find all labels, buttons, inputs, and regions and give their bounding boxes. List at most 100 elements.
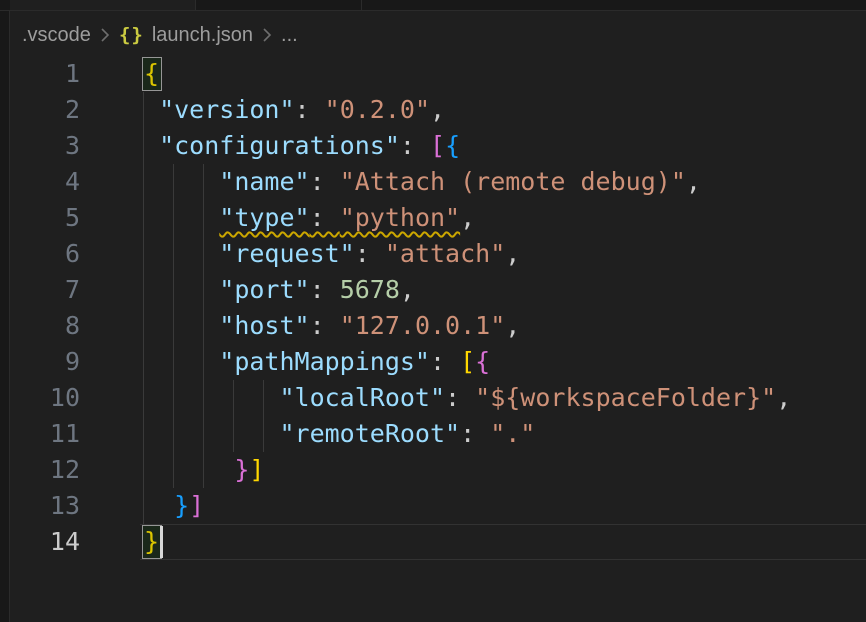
code-token: : <box>445 383 475 412</box>
line-text: "type": "python", <box>144 200 475 236</box>
code-line[interactable]: 13 }] <box>10 488 866 524</box>
editor-pane[interactable]: .vscode {} launch.json ... 1{2 "version"… <box>10 11 866 622</box>
line-text: { <box>144 56 159 92</box>
line-text: }] <box>144 488 204 524</box>
line-text: "localRoot": "${workspaceFolder}", <box>144 380 791 416</box>
line-text: "port": 5678, <box>144 272 415 308</box>
code-token: : <box>430 347 460 376</box>
active-tab-remnant[interactable] <box>10 0 195 10</box>
code-token: , <box>505 311 520 340</box>
code-token: , <box>505 239 520 268</box>
code-token: : <box>400 131 430 160</box>
code-token: ] <box>189 491 204 520</box>
chevron-right-icon <box>100 27 110 43</box>
code-token: , <box>776 383 791 412</box>
code-line[interactable]: 6 "request": "attach", <box>10 236 866 272</box>
code-area[interactable]: 1{2 "version": "0.2.0",3 "configurations… <box>10 56 866 622</box>
chevron-right-icon <box>262 27 272 43</box>
code-token: "pathMappings" <box>219 347 430 376</box>
breadcrumb-folder[interactable]: .vscode <box>22 24 91 47</box>
code-token: "request" <box>219 239 354 268</box>
line-text: "host": "127.0.0.1", <box>144 308 520 344</box>
line-text: "name": "Attach (remote debug)", <box>144 164 701 200</box>
code-line[interactable]: 5 "type": "python", <box>10 200 866 236</box>
vscode-window: { "colors": { "editor_bg": "#1f1f1f", "r… <box>0 0 866 622</box>
code-token: "attach" <box>385 239 505 268</box>
line-text: "configurations": [{ <box>144 128 460 164</box>
code-token: "configurations" <box>159 131 400 160</box>
breadcrumb-overflow[interactable]: ... <box>281 24 298 47</box>
code-token: "Attach (remote debug)" <box>340 167 686 196</box>
line-number[interactable]: 3 <box>10 128 80 164</box>
code-line[interactable]: 12 }] <box>10 452 866 488</box>
code-line[interactable]: 2 "version": "0.2.0", <box>10 92 866 128</box>
code-token: , <box>460 203 475 232</box>
code-rows: 1{2 "version": "0.2.0",3 "configurations… <box>10 56 866 560</box>
code-token: : <box>460 419 490 448</box>
line-number[interactable]: 14 <box>10 524 80 560</box>
line-number[interactable]: 8 <box>10 308 80 344</box>
line-number[interactable]: 10 <box>10 380 80 416</box>
code-line[interactable]: 14} <box>10 524 866 560</box>
line-number[interactable]: 11 <box>10 416 80 452</box>
tab-separator <box>195 0 196 10</box>
tab-strip <box>0 0 866 11</box>
line-text: "pathMappings": [{ <box>144 344 490 380</box>
code-line[interactable]: 10 "localRoot": "${workspaceFolder}", <box>10 380 866 416</box>
code-token: 5678 <box>340 275 400 304</box>
line-number[interactable]: 6 <box>10 236 80 272</box>
code-token: , <box>430 95 445 124</box>
code-token: { <box>445 131 460 160</box>
line-number[interactable]: 9 <box>10 344 80 380</box>
code-token: , <box>686 167 701 196</box>
code-token: ] <box>249 455 264 484</box>
code-token: "localRoot" <box>279 383 445 412</box>
line-number[interactable]: 12 <box>10 452 80 488</box>
code-line[interactable]: 1{ <box>10 56 866 92</box>
code-token: "type" <box>219 203 309 232</box>
line-text: }] <box>144 452 264 488</box>
code-token: { <box>475 347 490 376</box>
line-text: "version": "0.2.0", <box>144 92 445 128</box>
code-token: "." <box>490 419 535 448</box>
code-token: "${workspaceFolder}" <box>475 383 776 412</box>
code-token: } <box>144 527 159 556</box>
tab-separator <box>361 0 362 10</box>
line-number[interactable]: 2 <box>10 92 80 128</box>
code-line[interactable]: 9 "pathMappings": [{ <box>10 344 866 380</box>
code-token: : <box>310 203 340 232</box>
code-token: [ <box>430 131 445 160</box>
code-token: "name" <box>219 167 309 196</box>
code-token: : <box>295 95 325 124</box>
code-token: { <box>144 59 159 88</box>
code-token: "0.2.0" <box>325 95 430 124</box>
code-token: , <box>400 275 415 304</box>
code-token: : <box>310 275 340 304</box>
line-text: "request": "attach", <box>144 236 520 272</box>
json-file-icon: {} <box>119 24 144 46</box>
code-line[interactable]: 8 "host": "127.0.0.1", <box>10 308 866 344</box>
code-token: } <box>174 491 189 520</box>
code-token: : <box>310 311 340 340</box>
code-token: "remoteRoot" <box>279 419 460 448</box>
left-rail <box>0 11 10 622</box>
line-number[interactable]: 7 <box>10 272 80 308</box>
code-line[interactable]: 7 "port": 5678, <box>10 272 866 308</box>
breadcrumb-file[interactable]: launch.json <box>152 24 253 47</box>
code-line[interactable]: 11 "remoteRoot": "." <box>10 416 866 452</box>
line-number[interactable]: 13 <box>10 488 80 524</box>
code-token: : <box>355 239 385 268</box>
line-number[interactable]: 1 <box>10 56 80 92</box>
code-token: "python" <box>340 203 460 232</box>
line-number[interactable]: 4 <box>10 164 80 200</box>
code-token: "port" <box>219 275 309 304</box>
code-line[interactable]: 4 "name": "Attach (remote debug)", <box>10 164 866 200</box>
line-text: } <box>144 524 159 560</box>
code-line[interactable]: 3 "configurations": [{ <box>10 128 866 164</box>
code-token: "host" <box>219 311 309 340</box>
line-number[interactable]: 5 <box>10 200 80 236</box>
breadcrumb: .vscode {} launch.json ... <box>22 18 298 52</box>
code-token: : <box>310 167 340 196</box>
code-token: "version" <box>159 95 294 124</box>
code-token: "127.0.0.1" <box>340 311 506 340</box>
